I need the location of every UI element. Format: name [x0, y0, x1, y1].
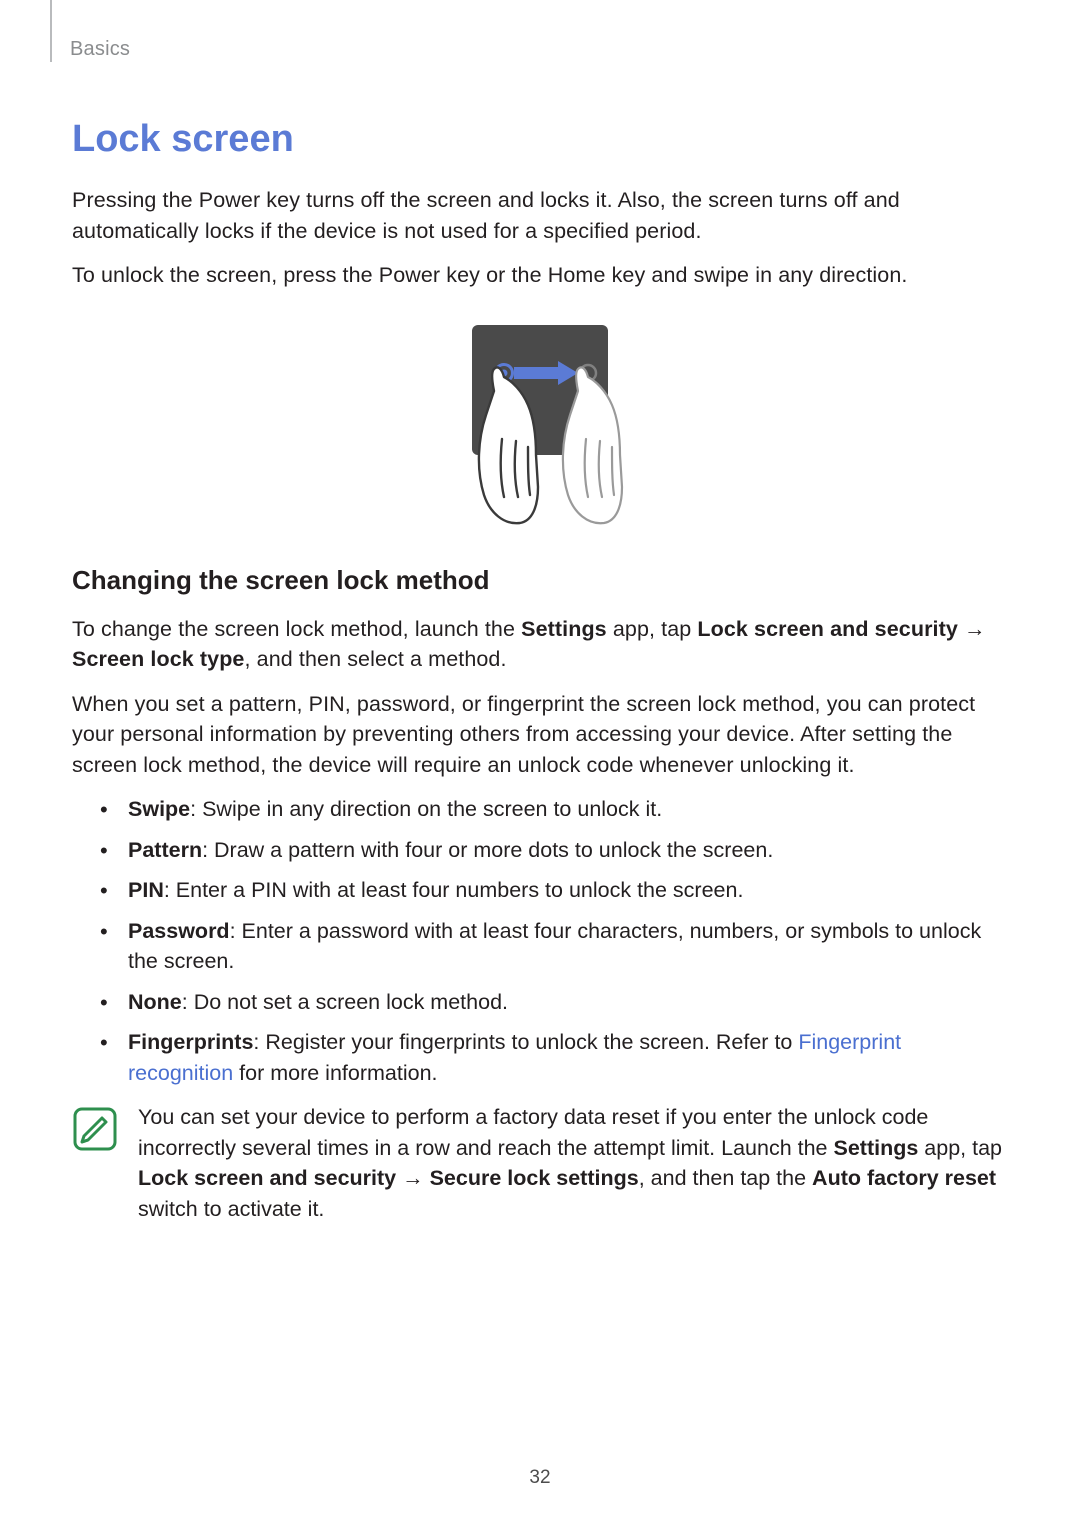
list-item: None: Do not set a screen lock method. — [108, 987, 1008, 1018]
method-name: PIN — [128, 878, 164, 902]
manual-page: Basics Lock screen Pressing the Power ke… — [0, 0, 1080, 1527]
method-desc: : Enter a password with at least four ch… — [128, 919, 981, 974]
intro-paragraph-1: Pressing the Power key turns off the scr… — [72, 185, 1008, 246]
list-item: Pattern: Draw a pattern with four or mor… — [108, 835, 1008, 866]
method-desc-pre: : Register your fingerprints to unlock t… — [253, 1030, 798, 1054]
lock-methods-list: Swipe: Swipe in any direction on the scr… — [72, 794, 1008, 1088]
text: , and then select a method. — [245, 647, 507, 671]
method-name: None — [128, 990, 182, 1014]
swipe-illustration — [72, 319, 1008, 529]
method-name: Swipe — [128, 797, 190, 821]
change-method-paragraph: To change the screen lock method, launch… — [72, 614, 1008, 675]
settings-app-label: Settings — [521, 617, 607, 641]
arrow-icon: → — [958, 617, 986, 641]
method-name: Password — [128, 919, 230, 943]
method-desc: : Draw a pattern with four or more dots … — [202, 838, 773, 862]
settings-app-label: Settings — [834, 1136, 919, 1160]
header-rule — [50, 0, 52, 62]
method-desc-post: for more information. — [233, 1061, 437, 1085]
list-item: Password: Enter a password with at least… — [108, 916, 1008, 977]
page-title: Lock screen — [72, 118, 1008, 161]
menu-path-lock-security: Lock screen and security — [138, 1166, 396, 1190]
list-item: Fingerprints: Register your fingerprints… — [108, 1027, 1008, 1088]
menu-path-lock-security: Lock screen and security — [697, 617, 958, 641]
intro-paragraph-2: To unlock the screen, press the Power ke… — [72, 260, 1008, 291]
method-desc: : Do not set a screen lock method. — [182, 990, 508, 1014]
text: You can set your device to perform a fac… — [138, 1105, 928, 1160]
note-icon — [72, 1102, 120, 1224]
method-name: Fingerprints — [128, 1030, 253, 1054]
text: app, tap — [607, 617, 698, 641]
text: app, tap — [918, 1136, 1002, 1160]
method-name: Pattern — [128, 838, 202, 862]
section-heading-change-method: Changing the screen lock method — [72, 565, 1008, 596]
method-desc: : Swipe in any direction on the screen t… — [190, 797, 662, 821]
text: To change the screen lock method, launch… — [72, 617, 521, 641]
page-number: 32 — [0, 1467, 1080, 1489]
text: , and then tap the — [639, 1166, 812, 1190]
auto-factory-reset-label: Auto factory reset — [812, 1166, 996, 1190]
list-item: Swipe: Swipe in any direction on the scr… — [108, 794, 1008, 825]
list-item: PIN: Enter a PIN with at least four numb… — [108, 875, 1008, 906]
note-text: You can set your device to perform a fac… — [138, 1102, 1008, 1224]
swipe-gesture-icon — [442, 319, 638, 529]
text: switch to activate it. — [138, 1197, 324, 1221]
method-desc: : Enter a PIN with at least four numbers… — [164, 878, 744, 902]
protect-info-paragraph: When you set a pattern, PIN, password, o… — [72, 689, 1008, 781]
memo-icon — [72, 1106, 118, 1152]
arrow-icon: → — [396, 1166, 429, 1190]
menu-path-secure-lock-settings: Secure lock settings — [430, 1166, 639, 1190]
breadcrumb: Basics — [70, 38, 130, 61]
note-block: You can set your device to perform a fac… — [72, 1102, 1008, 1224]
menu-path-screen-lock-type: Screen lock type — [72, 647, 245, 671]
